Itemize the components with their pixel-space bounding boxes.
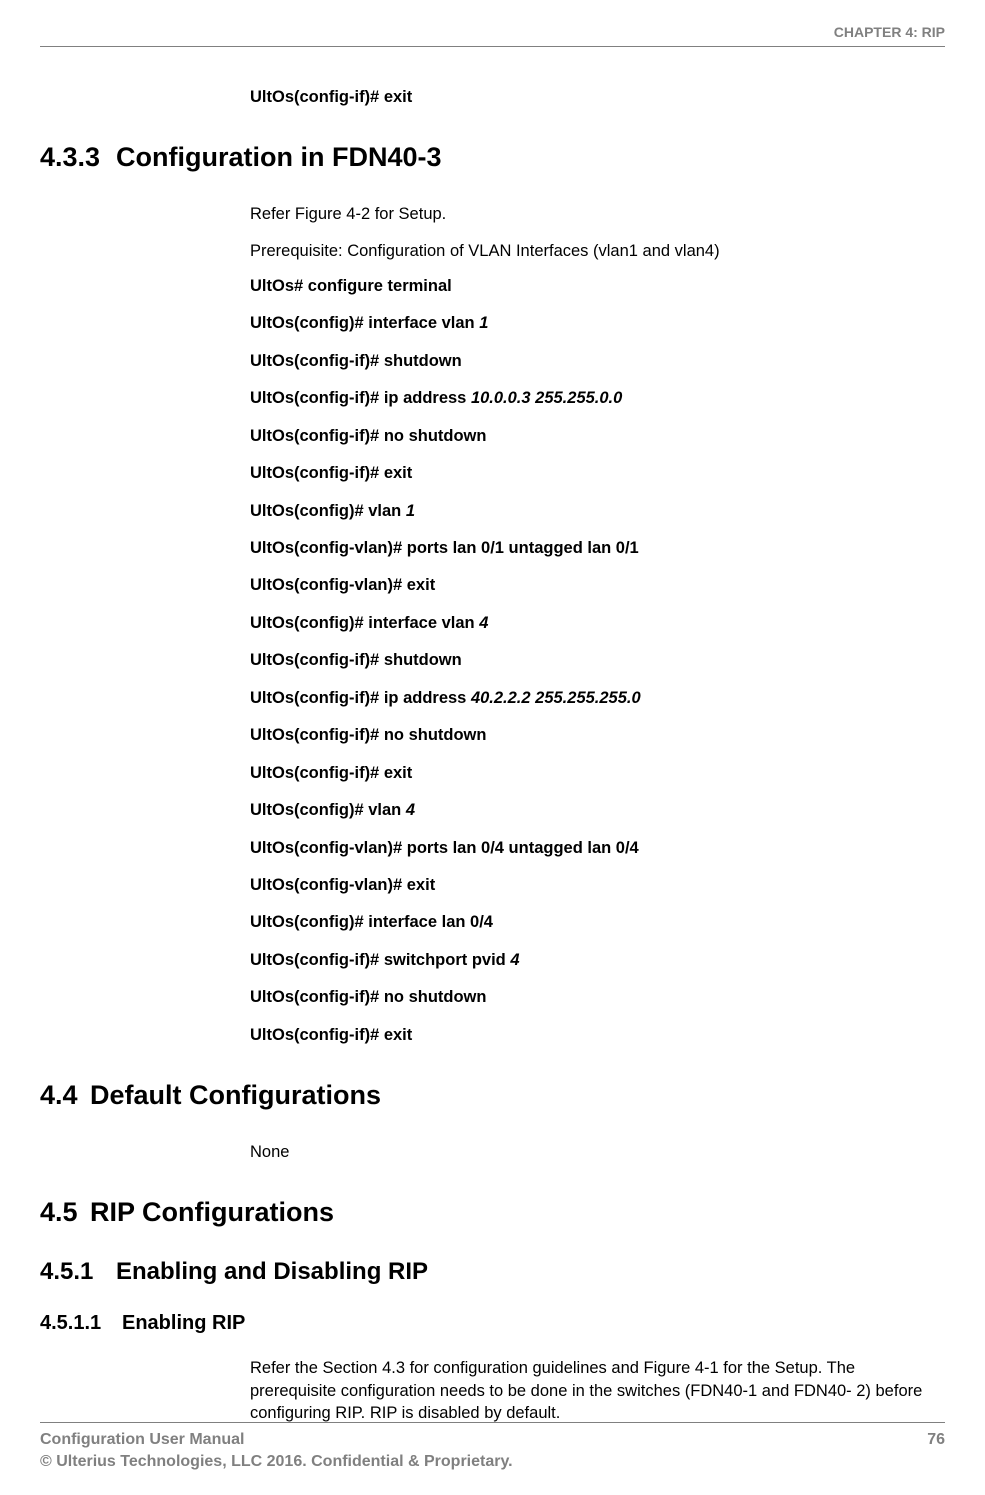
command-line: UltOs# configure terminal xyxy=(250,276,945,297)
command-line: UltOs(config-if)# exit xyxy=(250,87,945,108)
command-line: UltOs(config-vlan)# exit xyxy=(250,575,945,596)
heading-4-5-1-1: 4.5.1.1Enabling RIP xyxy=(40,1312,945,1335)
heading-number: 4.3.3 xyxy=(40,142,116,173)
heading-title: RIP Configurations xyxy=(90,1197,334,1227)
footer-row-1: Configuration User Manual 76 xyxy=(40,1431,945,1449)
command-line: UltOs(config-if)# no shutdown xyxy=(250,426,945,447)
command-line: UltOs(config-if)# no shutdown xyxy=(250,725,945,746)
heading-number: 4.5 xyxy=(40,1197,90,1228)
heading-title: Enabling and Disabling RIP xyxy=(116,1258,428,1285)
heading-4-5: 4.5RIP Configurations xyxy=(40,1197,945,1228)
body-text: None xyxy=(250,1141,945,1163)
command-line: UltOs(config)# vlan 1 xyxy=(250,501,945,522)
heading-number: 4.5.1.1 xyxy=(40,1312,122,1335)
command-line: UltOs(config-vlan)# ports lan 0/1 untagg… xyxy=(250,538,945,559)
footer-copyright: © Ulterius Technologies, LLC 2016. Confi… xyxy=(40,1453,945,1471)
command-line: UltOs(config-if)# shutdown xyxy=(250,351,945,372)
command-line: UltOs(config-if)# shutdown xyxy=(250,650,945,671)
command-line: UltOs(config-if)# switchport pvid 4 xyxy=(250,950,945,971)
command-line: UltOs(config-if)# no shutdown xyxy=(250,987,945,1008)
footer-manual-title: Configuration User Manual xyxy=(40,1431,244,1449)
command-line: UltOs(config)# vlan 4 xyxy=(250,800,945,821)
chapter-label: CHAPTER 4: RIP xyxy=(834,24,945,40)
page-content: UltOs(config-if)# exit 4.3.3Configuratio… xyxy=(40,87,945,1424)
body-text: Refer the Section 4.3 for configuration … xyxy=(250,1357,945,1424)
command-line: UltOs(config-vlan)# exit xyxy=(250,875,945,896)
command-line: UltOs(config)# interface lan 0/4 xyxy=(250,912,945,933)
heading-title: Default Configurations xyxy=(90,1080,381,1110)
command-line: UltOs(config-if)# ip address 10.0.0.3 25… xyxy=(250,388,945,409)
heading-4-4: 4.4Default Configurations xyxy=(40,1080,945,1111)
page-header: CHAPTER 4: RIP xyxy=(40,24,945,47)
command-line: UltOs(config-if)# exit xyxy=(250,1025,945,1046)
footer-page-number: 76 xyxy=(927,1431,945,1449)
body-text: Refer Figure 4-2 for Setup. xyxy=(250,203,945,225)
heading-4-3-3: 4.3.3Configuration in FDN40-3 xyxy=(40,142,945,173)
heading-number: 4.5.1 xyxy=(40,1258,116,1286)
body-text: Prerequisite: Configuration of VLAN Inte… xyxy=(250,240,945,262)
command-line: UltOs(config-if)# ip address 40.2.2.2 25… xyxy=(250,688,945,709)
command-line: UltOs(config-if)# exit xyxy=(250,463,945,484)
heading-number: 4.4 xyxy=(40,1080,90,1111)
page-footer: Configuration User Manual 76 © Ulterius … xyxy=(40,1422,945,1471)
heading-title: Configuration in FDN40-3 xyxy=(116,142,442,172)
command-line: UltOs(config)# interface vlan 1 xyxy=(250,313,945,334)
command-line: UltOs(config)# interface vlan 4 xyxy=(250,613,945,634)
command-line: UltOs(config-vlan)# ports lan 0/4 untagg… xyxy=(250,838,945,859)
heading-title: Enabling RIP xyxy=(122,1312,245,1334)
heading-4-5-1: 4.5.1Enabling and Disabling RIP xyxy=(40,1258,945,1286)
command-line: UltOs(config-if)# exit xyxy=(250,763,945,784)
